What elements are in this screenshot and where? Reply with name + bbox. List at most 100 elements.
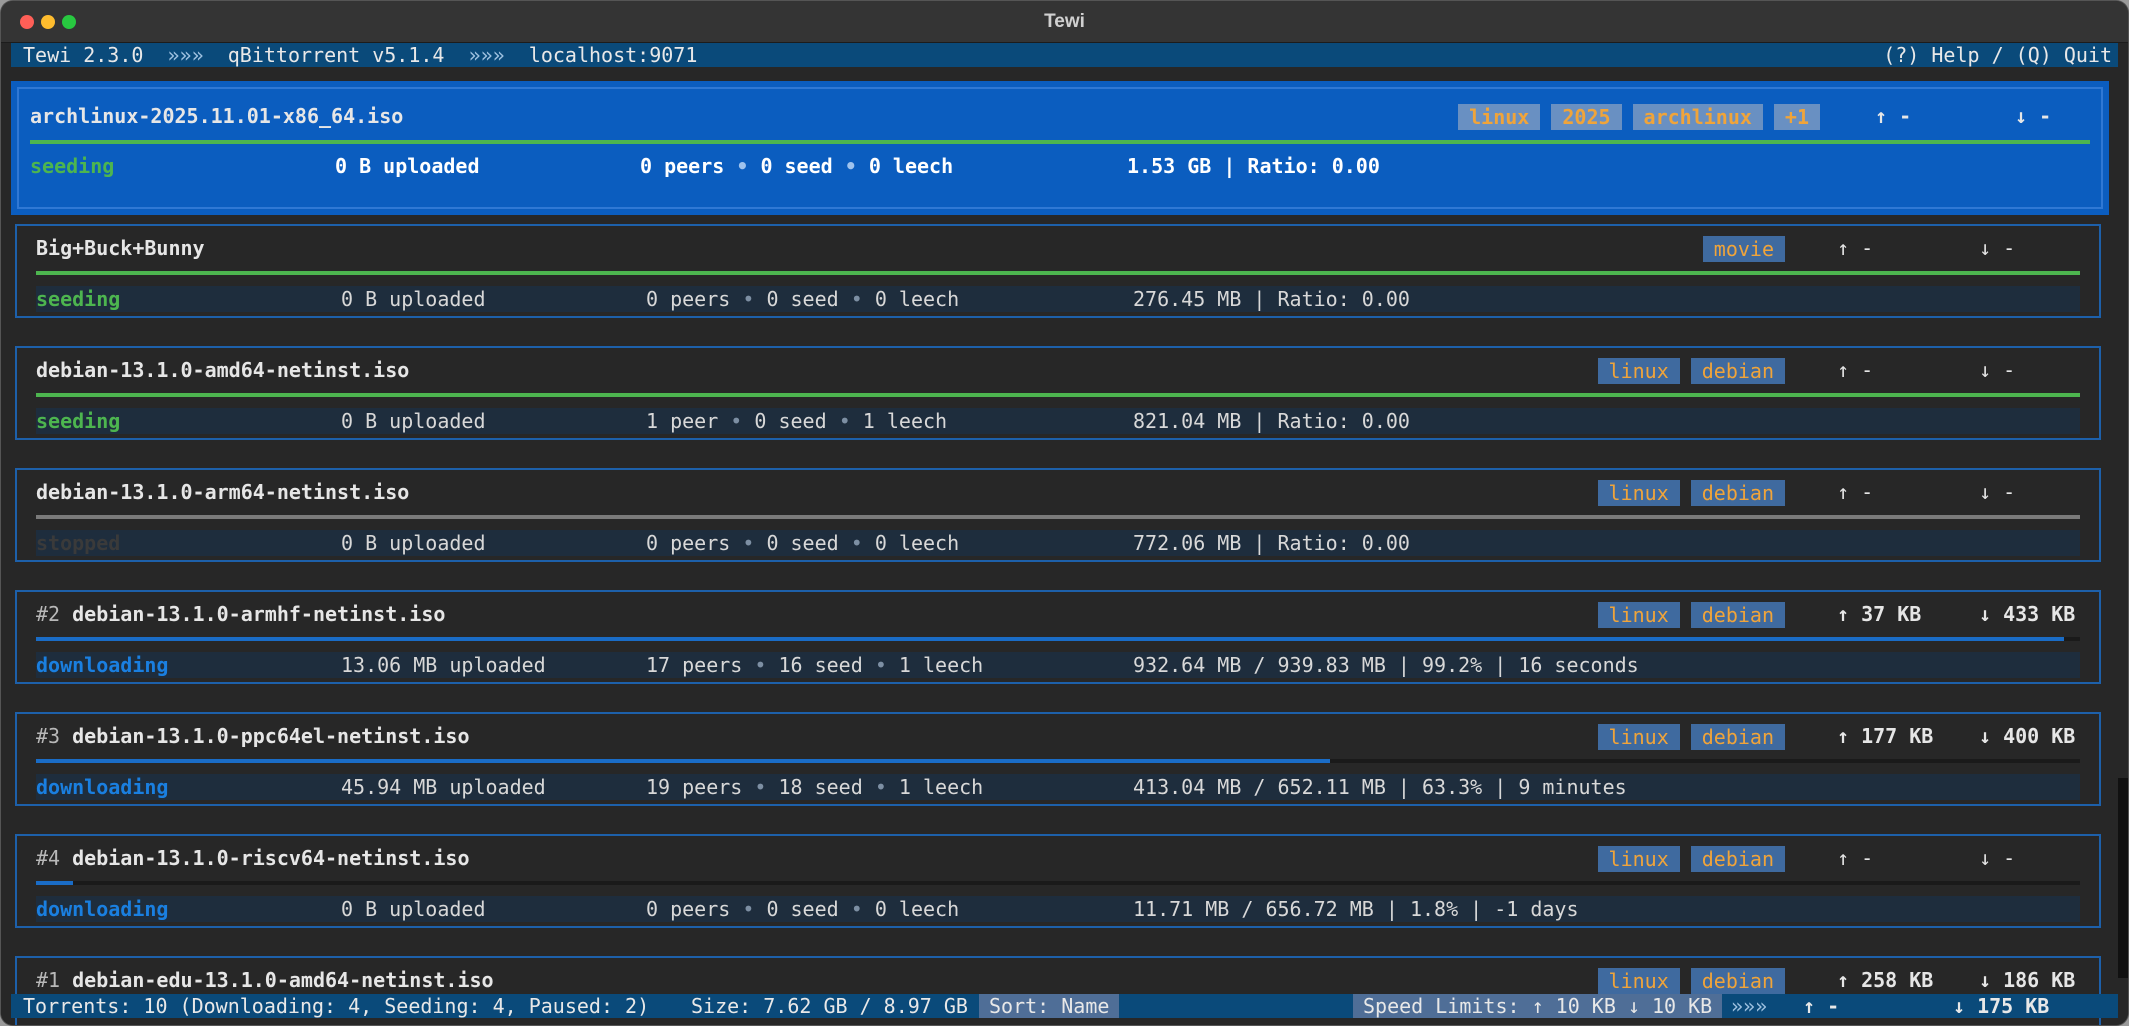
tag-badge: linux bbox=[1597, 358, 1680, 384]
tag-badge: debian bbox=[1690, 602, 1785, 628]
tag-list: linux debian bbox=[1597, 846, 1785, 872]
speed-limits[interactable]: Speed Limits: ↑ 10 KB ↓ 10 KB bbox=[1353, 994, 1723, 1018]
progress-fill bbox=[36, 881, 73, 885]
size-info: 11.71 MB / 656.72 MB | 1.8% | -1 days bbox=[1133, 897, 1579, 921]
size-info: 413.04 MB / 652.11 MB | 63.3% | 9 minute… bbox=[1133, 775, 1627, 799]
header-bar: Tewi 2.3.0 »»» qBittorrent v5.1.4 »»» lo… bbox=[11, 43, 2118, 67]
tag-badge: movie bbox=[1702, 236, 1785, 262]
uploaded-amount: 0 B uploaded bbox=[341, 531, 486, 555]
status-label: seeding bbox=[36, 287, 121, 311]
status-label: downloading bbox=[36, 775, 169, 799]
separator: »»» bbox=[167, 43, 204, 67]
torrent-card[interactable]: Big+Buck+Bunny movie ↑ - ↓ - seeding 0 B… bbox=[15, 224, 2101, 318]
status-bar: Torrents: 10 (Downloading: 4, Seeding: 4… bbox=[11, 994, 2118, 1018]
download-speed: ↓ - bbox=[2015, 104, 2052, 128]
tag-badge: linux bbox=[1597, 602, 1680, 628]
progress-bar bbox=[30, 140, 2090, 144]
tag-badge: linux bbox=[1597, 724, 1680, 750]
queue-number: #4 bbox=[36, 846, 61, 870]
leech-count: 1 leech bbox=[862, 409, 948, 433]
leech-count: 0 leech bbox=[868, 154, 954, 178]
torrent-card[interactable]: archlinux-2025.11.01-x86_64.iso linux 202… bbox=[11, 81, 2109, 215]
progress-bar bbox=[36, 515, 2080, 519]
progress-bar bbox=[36, 393, 2080, 397]
upload-speed: ↑ - bbox=[1875, 104, 1912, 128]
peer-counts: 1 peer • 0 seed • 1 leech bbox=[646, 409, 948, 433]
download-speed: ↓ - bbox=[1979, 236, 2016, 260]
peers-count: 19 peers bbox=[646, 775, 743, 799]
torrent-header-row: debian-13.1.0-arm64-netinst.iso linux deb… bbox=[36, 476, 2080, 508]
torrent-stats-row: seeding 0 B uploaded 0 peers • 0 seed • … bbox=[36, 286, 2080, 312]
tag-badge: +1 bbox=[1773, 104, 1820, 130]
tag-list: linux debian bbox=[1597, 968, 1785, 994]
progress-bar bbox=[36, 271, 2080, 275]
terminal-window: Tewi Tewi 2.3.0 »»» qBittorrent v5.1.4 »… bbox=[1, 1, 2128, 1025]
leech-count: 0 leech bbox=[874, 531, 960, 555]
torrent-card[interactable]: debian-13.1.0-arm64-netinst.iso linux deb… bbox=[15, 468, 2101, 562]
queue-number: #2 bbox=[36, 602, 61, 626]
status-label: downloading bbox=[36, 653, 169, 677]
torrent-stats-row: seeding 0 B uploaded 1 peer • 0 seed • 1… bbox=[36, 408, 2080, 434]
upload-speed: ↑ 258 KB bbox=[1837, 968, 1934, 992]
tag-badge: linux bbox=[1458, 104, 1541, 130]
download-speed: ↓ 400 KB bbox=[1979, 724, 2076, 748]
sort-indicator[interactable]: Sort: Name bbox=[979, 994, 1120, 1018]
download-speed: ↓ - bbox=[1979, 846, 2016, 870]
peers-count: 0 peers bbox=[646, 897, 731, 921]
peer-counts: 0 peers • 0 seed • 0 leech bbox=[646, 897, 960, 921]
title-bar: Tewi bbox=[1, 1, 2128, 43]
leech-count: 0 leech bbox=[874, 287, 960, 311]
app-version: Tewi 2.3.0 bbox=[23, 43, 144, 67]
upload-speed: ↑ - bbox=[1837, 358, 1874, 382]
tag-badge: linux bbox=[1597, 968, 1680, 994]
separator: »»» bbox=[468, 43, 505, 67]
progress-fill bbox=[36, 515, 2080, 519]
seeds-count: 0 seed bbox=[766, 531, 839, 555]
peer-counts: 0 peers • 0 seed • 0 leech bbox=[646, 531, 960, 555]
status-label: stopped bbox=[36, 531, 121, 555]
torrent-stats-row: seeding 0 B uploaded 0 peers • 0 seed • … bbox=[30, 149, 2090, 183]
size-info: 1.53 GB | Ratio: 0.00 bbox=[1127, 154, 1380, 178]
separator: »»» bbox=[1731, 994, 1768, 1018]
upload-speed: ↑ - bbox=[1837, 236, 1874, 260]
torrent-stats-row: stopped 0 B uploaded 0 peers • 0 seed • … bbox=[36, 530, 2080, 556]
progress-bar bbox=[36, 881, 2080, 885]
torrent-summary: Torrents: 10 (Downloading: 4, Seeding: 4… bbox=[23, 994, 650, 1018]
torrent-card[interactable]: debian-13.1.0-amd64-netinst.iso linux deb… bbox=[15, 346, 2101, 440]
uploaded-amount: 0 B uploaded bbox=[341, 897, 486, 921]
size-info: 772.06 MB | Ratio: 0.00 bbox=[1133, 531, 1410, 555]
progress-fill bbox=[36, 393, 2080, 397]
torrent-header-row: #1 debian-edu-13.1.0-amd64-netinst.iso l… bbox=[36, 964, 2080, 996]
tag-badge: 2025 bbox=[1551, 104, 1622, 130]
torrent-header-row: #4 debian-13.1.0-riscv64-netinst.iso lin… bbox=[36, 842, 2080, 874]
progress-bar bbox=[36, 637, 2080, 641]
uploaded-amount: 0 B uploaded bbox=[341, 287, 486, 311]
peers-count: 17 peers bbox=[646, 653, 743, 677]
torrent-card[interactable]: #4 debian-13.1.0-riscv64-netinst.iso lin… bbox=[15, 834, 2101, 928]
torrent-header-row: Big+Buck+Bunny movie ↑ - ↓ - bbox=[36, 232, 2080, 264]
progress-bar bbox=[36, 759, 2080, 763]
leech-count: 1 leech bbox=[898, 775, 984, 799]
torrent-name: debian-13.1.0-riscv64-netinst.iso bbox=[72, 846, 470, 870]
peer-counts: 17 peers • 16 seed • 1 leech bbox=[646, 653, 984, 677]
torrent-name: debian-13.1.0-amd64-netinst.iso bbox=[36, 358, 410, 382]
scrollbar[interactable] bbox=[2118, 778, 2128, 978]
leech-count: 0 leech bbox=[874, 897, 960, 921]
torrent-card[interactable]: #2 debian-13.1.0-armhf-netinst.iso linux… bbox=[15, 590, 2101, 684]
terminal-content: Tewi 2.3.0 »»» qBittorrent v5.1.4 »»» lo… bbox=[1, 43, 2128, 1025]
upload-speed: ↑ 177 KB bbox=[1837, 724, 1934, 748]
torrent-name: debian-13.1.0-ppc64el-netinst.iso bbox=[72, 724, 470, 748]
status-label: seeding bbox=[36, 409, 121, 433]
tag-list: movie bbox=[1702, 236, 1785, 262]
torrent-name: debian-13.1.0-arm64-netinst.iso bbox=[36, 480, 410, 504]
torrent-header-row: debian-13.1.0-amd64-netinst.iso linux deb… bbox=[36, 354, 2080, 386]
tag-badge: linux bbox=[1597, 480, 1680, 506]
seeds-count: 0 seed bbox=[766, 287, 839, 311]
tag-list: linux debian bbox=[1597, 358, 1785, 384]
tag-list: linux debian bbox=[1597, 480, 1785, 506]
seeds-count: 0 seed bbox=[754, 409, 827, 433]
status-label: seeding bbox=[30, 154, 115, 178]
help-quit-hint[interactable]: (?) Help / (Q) Quit bbox=[1883, 43, 2112, 67]
leech-count: 1 leech bbox=[898, 653, 984, 677]
torrent-card[interactable]: #3 debian-13.1.0-ppc64el-netinst.iso lin… bbox=[15, 712, 2101, 806]
